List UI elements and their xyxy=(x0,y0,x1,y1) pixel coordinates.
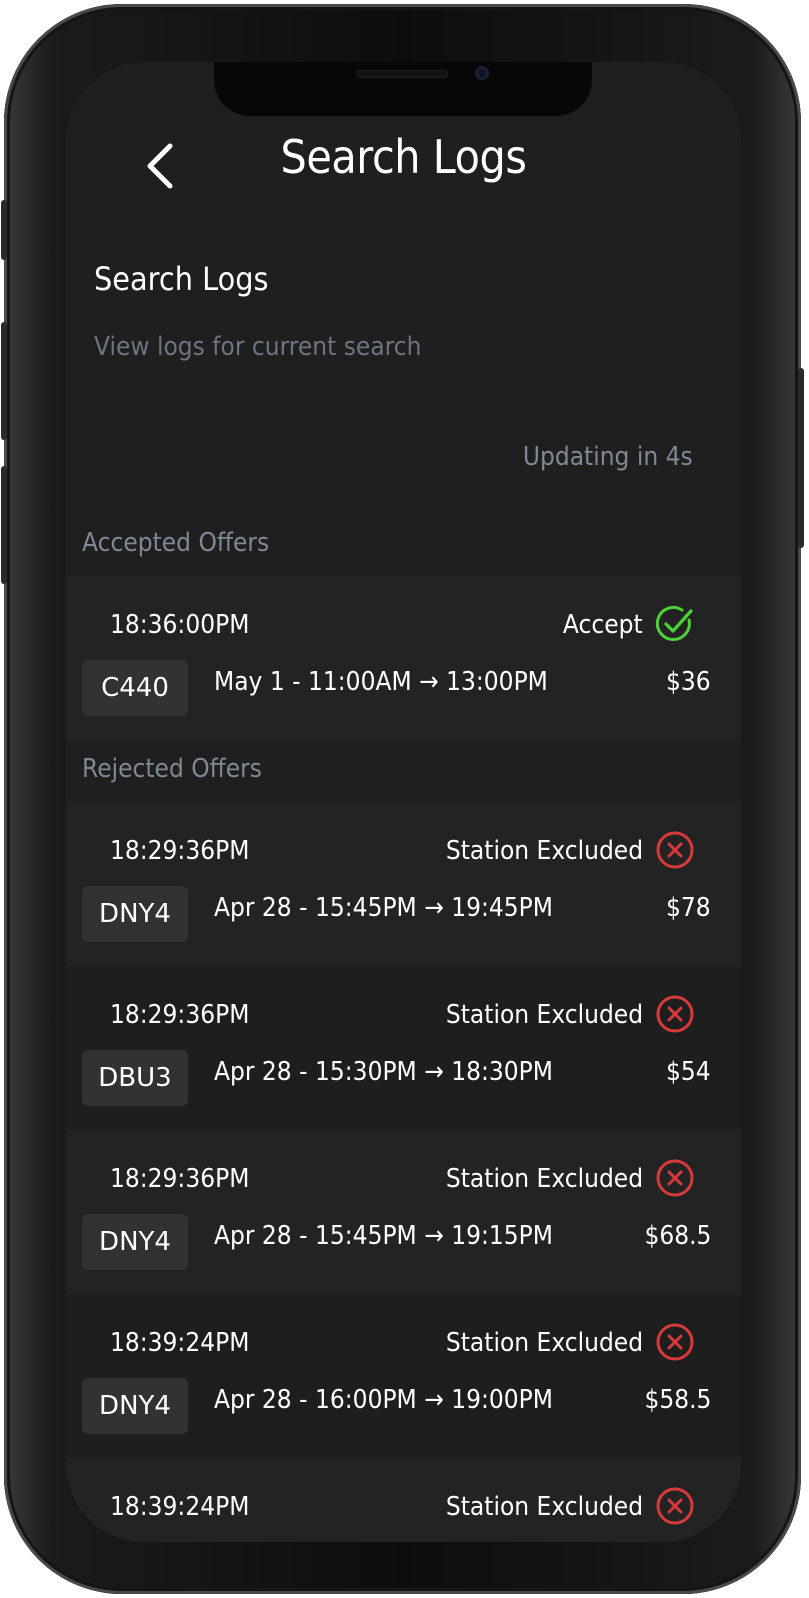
rejected-offers-label: Rejected Offers xyxy=(82,754,262,784)
station-badge: DBU3 xyxy=(82,1050,188,1106)
accepted-offers-label: Accepted Offers xyxy=(82,528,270,558)
speaker-grille xyxy=(356,70,448,78)
offer-price: $68.5 xyxy=(644,1221,711,1251)
offer-row[interactable]: 18:39:24PM Station Excluded DNY4 Apr 28 … xyxy=(66,1294,741,1458)
check-circle-icon xyxy=(655,605,693,641)
offer-price: $78 xyxy=(666,893,711,923)
offer-time-window: Apr 28 - 15:45PM → 19:15PM xyxy=(214,1221,553,1251)
x-circle-icon xyxy=(656,995,694,1033)
front-camera xyxy=(475,66,489,80)
station-badge: C440 xyxy=(82,660,188,716)
update-countdown: Updating in 4s xyxy=(523,442,693,472)
offer-row[interactable]: 18:36:00PM Accept C440 May 1 - 11:00AM →… xyxy=(66,576,741,740)
offer-time: 18:39:24PM xyxy=(110,1328,250,1358)
notch xyxy=(214,62,592,116)
power-button xyxy=(798,368,804,548)
offer-row[interactable]: 18:29:36PM Station Excluded DBU3 Apr 28 … xyxy=(66,966,741,1130)
offer-time-window: Apr 28 - 16:00PM → 19:00PM xyxy=(214,1385,553,1415)
station-badge: DNY4 xyxy=(82,1378,188,1434)
offer-status: Station Excluded xyxy=(445,1328,643,1358)
x-circle-icon xyxy=(656,1487,694,1525)
page-title: Search Logs xyxy=(280,130,527,184)
app-screen: Search Logs Search Logs View logs for cu… xyxy=(66,62,741,1542)
offer-price: $58.5 xyxy=(644,1385,711,1415)
volume-up-button xyxy=(1,322,7,440)
offer-time: 18:29:36PM xyxy=(110,1000,250,1030)
offer-status: Station Excluded xyxy=(445,1000,643,1030)
x-circle-icon xyxy=(656,1159,694,1197)
offer-price: $36 xyxy=(666,667,711,697)
offer-time-window: Apr 28 - 15:30PM → 18:30PM xyxy=(214,1057,553,1087)
section-subtitle: View logs for current search xyxy=(94,332,422,362)
nav-header: Search Logs xyxy=(66,124,741,204)
station-badge: DNY4 xyxy=(82,886,188,942)
offer-time: 18:36:00PM xyxy=(110,610,250,640)
offer-status: Accept xyxy=(563,610,643,640)
offer-time-window: May 1 - 11:00AM → 13:00PM xyxy=(214,667,548,697)
offer-time: 18:39:24PM xyxy=(110,1492,250,1522)
x-circle-icon xyxy=(656,831,694,869)
offer-status: Station Excluded xyxy=(445,1164,643,1194)
offer-status: Station Excluded xyxy=(445,1492,643,1522)
volume-down-button xyxy=(1,466,7,584)
station-badge: DNY4 xyxy=(82,1214,188,1270)
offer-row[interactable]: 18:29:36PM Station Excluded DNY4 Apr 28 … xyxy=(66,802,741,966)
section-title: Search Logs xyxy=(94,260,269,298)
offer-row[interactable]: 18:29:36PM Station Excluded DNY4 Apr 28 … xyxy=(66,1130,741,1294)
offer-time: 18:29:36PM xyxy=(110,836,250,866)
mute-switch xyxy=(1,200,7,260)
offer-row[interactable]: 18:39:24PM Station Excluded xyxy=(66,1458,741,1542)
phone-frame: Search Logs Search Logs View logs for cu… xyxy=(1,4,804,1594)
offer-time: 18:29:36PM xyxy=(110,1164,250,1194)
offer-status: Station Excluded xyxy=(445,836,643,866)
offer-time-window: Apr 28 - 15:45PM → 19:45PM xyxy=(214,893,553,923)
offer-price: $54 xyxy=(666,1057,711,1087)
x-circle-icon xyxy=(656,1323,694,1361)
